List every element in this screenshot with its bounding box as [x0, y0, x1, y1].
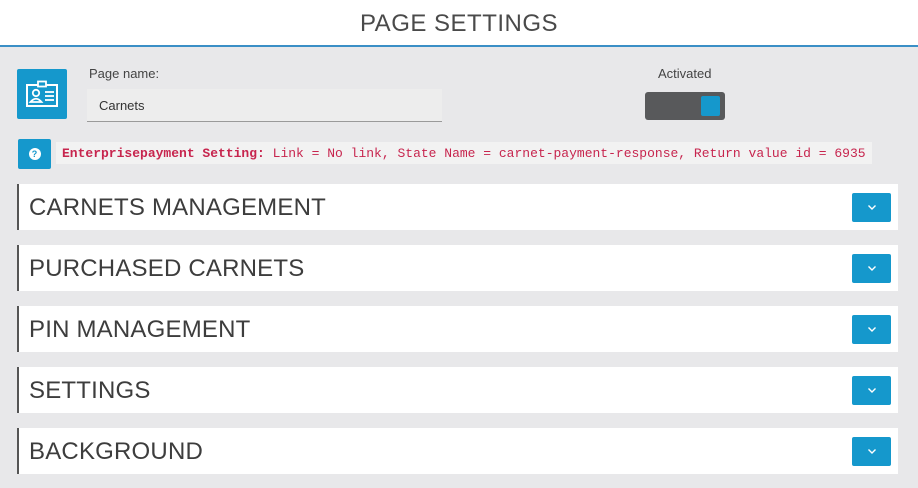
section-title: CARNETS MANAGEMENT [29, 194, 326, 221]
expand-button[interactable] [852, 437, 891, 466]
section-settings: SETTINGS [17, 367, 898, 413]
section-title: PIN MANAGEMENT [29, 316, 251, 343]
info-text: Link = No link, State Name = carnet-paym… [264, 145, 866, 161]
info-key: Enterprisepayment Setting: [62, 145, 265, 161]
activated-toggle[interactable] [645, 92, 725, 120]
section-purchased-carnets: PURCHASED CARNETS [17, 245, 898, 291]
chevron-down-icon [867, 205, 876, 210]
section-title: SETTINGS [29, 377, 151, 404]
page-title: PAGE SETTINGS [359, 10, 559, 37]
activated-label: Activated [658, 66, 712, 81]
page-name-input[interactable] [87, 89, 442, 122]
chevron-down-icon [867, 327, 876, 332]
chevron-down-icon [867, 266, 876, 271]
page-name-label: Page name: [89, 66, 160, 81]
chevron-down-icon [867, 388, 876, 393]
section-background: BACKGROUND [17, 428, 898, 474]
settings-info-line: Enterprisepayment Setting: Link = No lin… [56, 142, 872, 164]
question-icon: ? [28, 148, 41, 160]
help-button[interactable]: ? [18, 139, 51, 169]
section-carnets-management: CARNETS MANAGEMENT [17, 184, 898, 230]
id-card-icon [17, 69, 67, 119]
section-title: PURCHASED CARNETS [29, 255, 305, 282]
expand-button[interactable] [852, 376, 891, 405]
expand-button[interactable] [852, 315, 891, 344]
expand-button[interactable] [852, 193, 891, 222]
page-header: PAGE SETTINGS [0, 0, 918, 47]
chevron-down-icon [867, 449, 876, 454]
toggle-knob[interactable] [701, 96, 720, 116]
section-pin-management: PIN MANAGEMENT [17, 306, 898, 352]
expand-button[interactable] [852, 254, 891, 283]
section-title: BACKGROUND [29, 438, 204, 465]
